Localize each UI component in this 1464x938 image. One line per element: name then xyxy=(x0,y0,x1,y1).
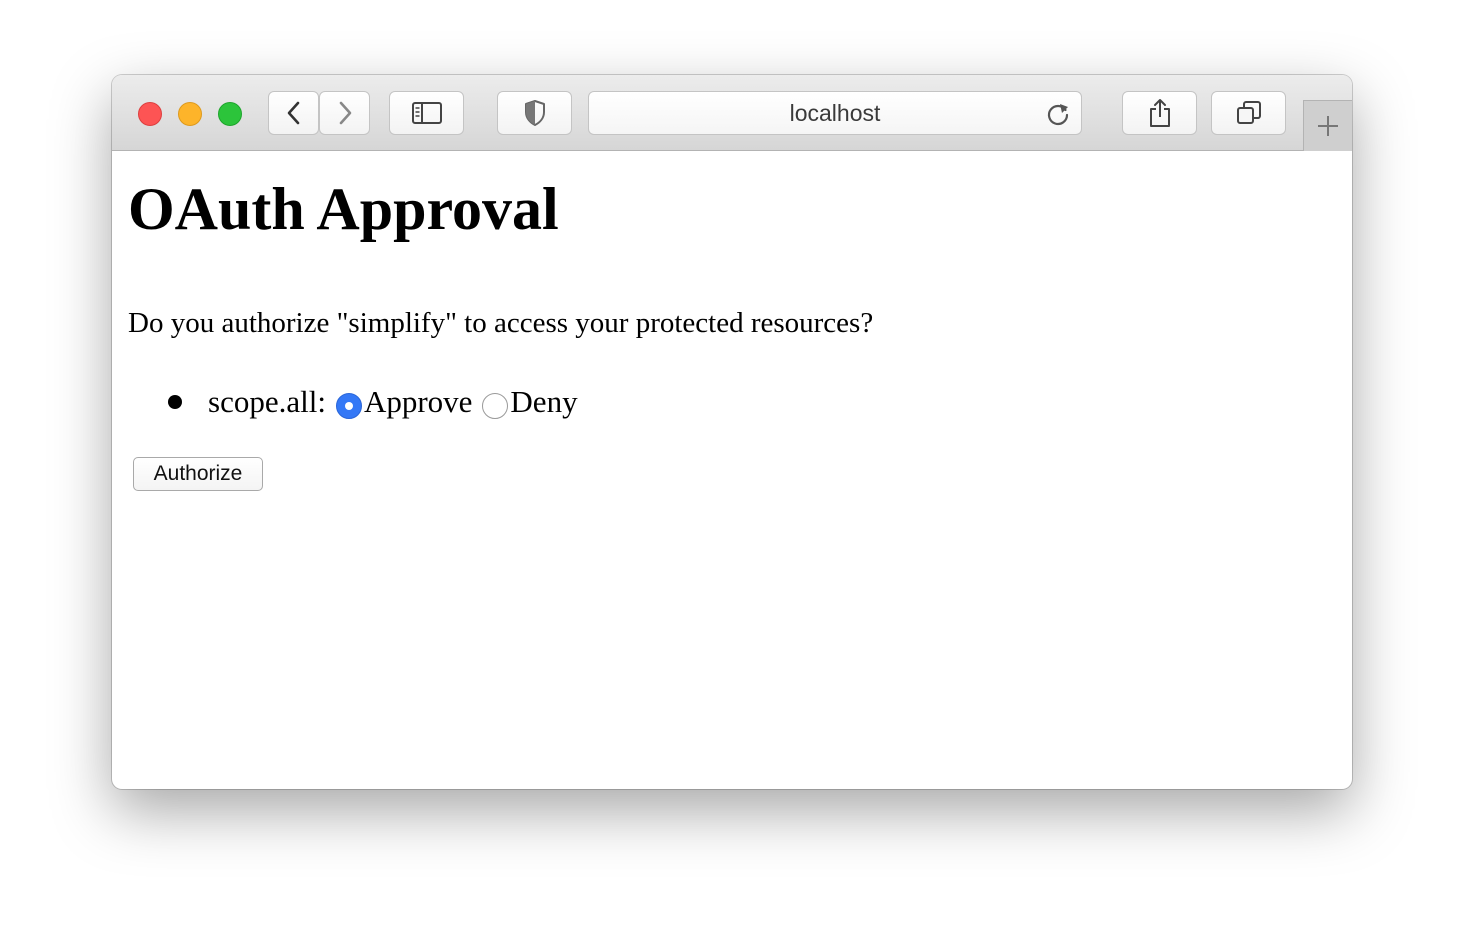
new-tab-button[interactable] xyxy=(1303,100,1352,151)
back-button[interactable] xyxy=(268,91,319,135)
share-button[interactable] xyxy=(1122,91,1197,135)
browser-toolbar: localhost xyxy=(112,75,1352,151)
close-window-button[interactable] xyxy=(138,102,162,126)
page-title: OAuth Approval xyxy=(128,176,559,242)
privacy-report-button[interactable] xyxy=(497,91,572,135)
approve-label[interactable]: Approve xyxy=(364,384,472,420)
browser-window: localhost OAuth Approval Do you authoriz… xyxy=(112,75,1352,789)
page-content: OAuth Approval Do you authorize "simplif… xyxy=(112,151,1352,789)
minimize-window-button[interactable] xyxy=(178,102,202,126)
address-text: localhost xyxy=(789,99,881,126)
authorization-question: Do you authorize "simplify" to access yo… xyxy=(128,307,874,339)
list-bullet xyxy=(168,395,182,409)
sidebar-icon xyxy=(411,102,442,124)
sidebar-button[interactable] xyxy=(389,91,464,135)
forward-button[interactable] xyxy=(319,91,370,135)
deny-label[interactable]: Deny xyxy=(510,384,577,420)
shield-icon xyxy=(524,100,545,126)
approve-radio[interactable] xyxy=(335,393,362,419)
tabs-overview-icon xyxy=(1236,101,1261,124)
reload-icon[interactable] xyxy=(1045,101,1071,127)
authorize-button[interactable]: Authorize xyxy=(133,457,263,491)
back-icon xyxy=(287,101,299,125)
radio-dot xyxy=(344,402,353,410)
address-bar[interactable]: localhost xyxy=(588,91,1082,135)
deny-radio[interactable] xyxy=(482,393,509,419)
scope-list-item: scope.all: Approve Deny xyxy=(168,384,578,420)
plus-icon xyxy=(1318,116,1338,136)
share-icon xyxy=(1149,99,1170,127)
tabs-overview-button[interactable] xyxy=(1211,91,1286,135)
zoom-window-button[interactable] xyxy=(218,102,242,126)
scope-label: scope.all: xyxy=(208,384,326,419)
forward-icon xyxy=(339,101,351,125)
